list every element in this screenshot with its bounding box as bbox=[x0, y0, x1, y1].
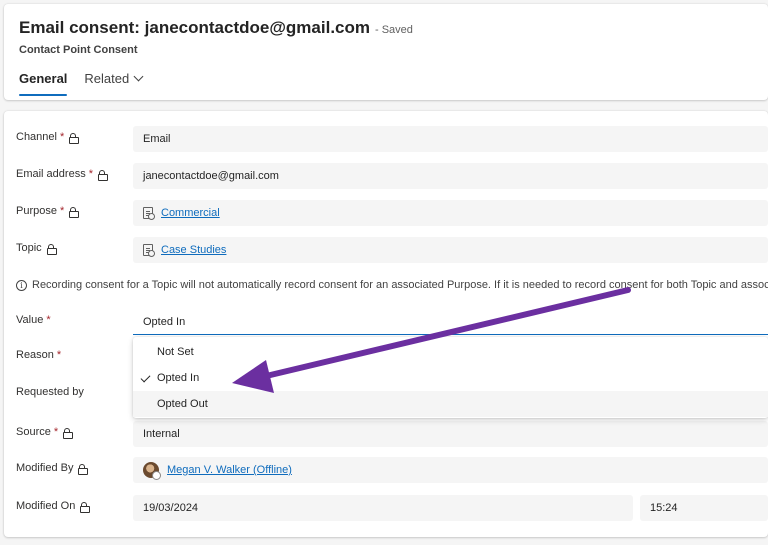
tab-general[interactable]: General bbox=[19, 71, 68, 96]
email-address-field[interactable]: janecontactdoe@gmail.com bbox=[133, 163, 768, 189]
channel-label: Channel * bbox=[16, 131, 80, 144]
value-dropdown-list: Not Set Opted In Opted Out bbox=[133, 337, 768, 418]
option-opted-in[interactable]: Opted In bbox=[133, 365, 768, 391]
value-select[interactable]: Opted In bbox=[133, 309, 768, 335]
modified-on-row: Modified On 19/03/2024 15:24 bbox=[4, 495, 768, 521]
option-opted-in-label: Opted In bbox=[157, 372, 200, 384]
lock-icon bbox=[69, 132, 80, 144]
topic-label: Topic bbox=[16, 242, 57, 255]
record-header: Email consent: janecontactdoe@gmail.com … bbox=[4, 4, 768, 100]
purpose-row: Purpose * Commercial bbox=[4, 200, 768, 226]
required-marker: * bbox=[88, 168, 93, 180]
page-title: Email consent: janecontactdoe@gmail.com bbox=[19, 18, 370, 37]
modified-on-date[interactable]: 19/03/2024 bbox=[133, 495, 633, 521]
purpose-label-text: Purpose bbox=[16, 205, 57, 217]
purpose-link[interactable]: Commercial bbox=[161, 207, 220, 219]
reason-label: Reason * bbox=[16, 349, 61, 361]
requested-by-label: Requested by bbox=[16, 386, 84, 398]
required-marker: * bbox=[46, 314, 51, 326]
requested-by-label-text: Requested by bbox=[16, 386, 84, 398]
info-text: Recording consent for a Topic will not a… bbox=[32, 279, 768, 291]
option-opted-out[interactable]: Opted Out bbox=[133, 391, 768, 417]
source-label: Source * bbox=[16, 426, 74, 439]
info-notice: i Recording consent for a Topic will not … bbox=[16, 279, 768, 291]
channel-field[interactable]: Email bbox=[133, 126, 768, 152]
channel-row: Channel * Email bbox=[4, 126, 768, 152]
record-icon bbox=[143, 207, 155, 220]
modified-by-label: Modified By bbox=[16, 462, 89, 475]
required-marker: * bbox=[56, 349, 62, 361]
modified-by-field: Megan V. Walker (Offline) bbox=[133, 457, 768, 483]
value-row: Value * Opted In bbox=[4, 309, 768, 335]
purpose-label: Purpose * bbox=[16, 205, 80, 218]
email-row: Email address * janecontactdoe@gmail.com bbox=[4, 163, 768, 189]
lock-icon bbox=[80, 501, 91, 513]
info-icon: i bbox=[16, 279, 27, 291]
email-label: Email address * bbox=[16, 168, 108, 181]
tab-related-label: Related bbox=[84, 71, 130, 86]
channel-label-text: Channel bbox=[16, 131, 57, 143]
topic-label-text: Topic bbox=[16, 242, 42, 254]
general-form: Channel * Email Email address * janecontac… bbox=[4, 111, 768, 537]
source-label-text: Source bbox=[16, 426, 51, 438]
required-marker: * bbox=[53, 426, 59, 438]
reason-label-text: Reason bbox=[16, 349, 54, 361]
value-label-text: Value bbox=[16, 314, 44, 326]
lock-icon bbox=[69, 206, 80, 218]
title-row: Email consent: janecontactdoe@gmail.com … bbox=[19, 18, 413, 38]
option-not-set[interactable]: Not Set bbox=[133, 339, 768, 365]
topic-row: Topic Case Studies bbox=[4, 237, 768, 263]
entity-type: Contact Point Consent bbox=[19, 44, 138, 56]
modified-on-label-text: Modified On bbox=[16, 500, 76, 512]
lock-icon bbox=[97, 169, 108, 181]
save-status: - Saved bbox=[375, 24, 413, 36]
lock-icon bbox=[78, 463, 89, 475]
email-label-text: Email address bbox=[16, 168, 86, 180]
source-row: Source * Internal bbox=[4, 421, 768, 447]
checkmark-icon bbox=[140, 372, 151, 383]
value-label: Value * bbox=[16, 314, 51, 326]
tab-related[interactable]: Related bbox=[84, 71, 144, 96]
required-marker: * bbox=[59, 131, 65, 143]
lock-icon bbox=[46, 243, 57, 255]
tab-bar: General Related bbox=[19, 71, 144, 96]
record-icon bbox=[143, 244, 155, 257]
lock-icon bbox=[63, 427, 74, 439]
topic-field: Case Studies bbox=[133, 237, 768, 263]
required-marker: * bbox=[59, 205, 65, 217]
purpose-field: Commercial bbox=[133, 200, 768, 226]
modified-by-label-text: Modified By bbox=[16, 462, 74, 474]
source-field[interactable]: Internal bbox=[133, 421, 768, 447]
modified-on-time[interactable]: 15:24 bbox=[640, 495, 768, 521]
modified-by-link[interactable]: Megan V. Walker (Offline) bbox=[167, 464, 292, 476]
modified-by-row: Modified By Megan V. Walker (Offline) bbox=[4, 457, 768, 483]
avatar bbox=[143, 462, 161, 480]
modified-on-label: Modified On bbox=[16, 500, 91, 513]
topic-link[interactable]: Case Studies bbox=[161, 244, 226, 256]
chevron-down-icon bbox=[133, 71, 144, 82]
